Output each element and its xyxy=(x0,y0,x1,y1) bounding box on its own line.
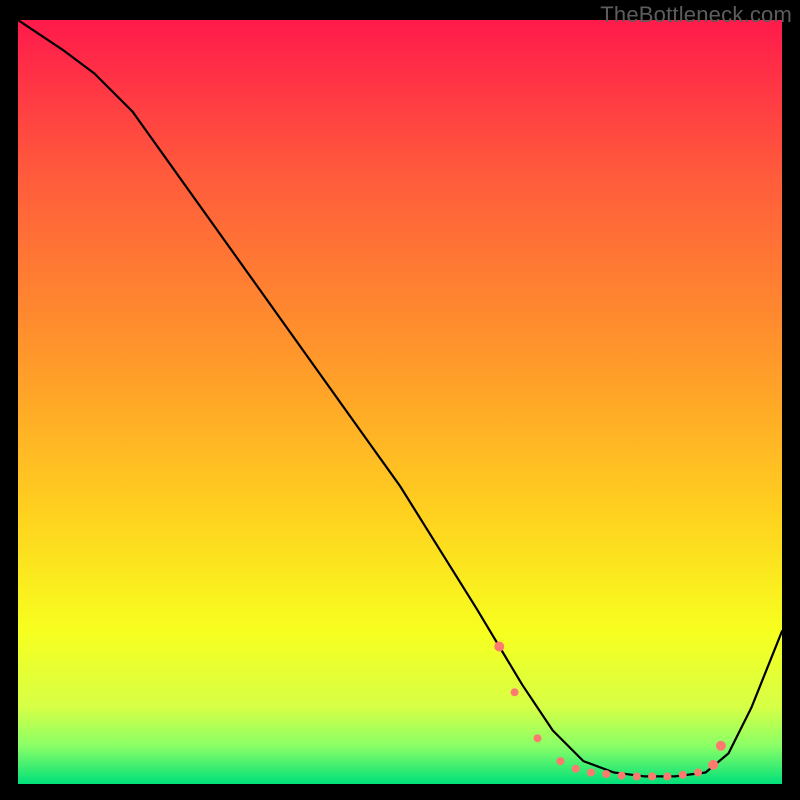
gradient-rect xyxy=(18,20,782,784)
marker-dot xyxy=(534,734,542,742)
marker-dot xyxy=(648,772,656,780)
marker-dot xyxy=(618,772,626,780)
marker-dot xyxy=(716,741,726,751)
marker-dot xyxy=(602,770,610,778)
marker-dot xyxy=(494,642,504,652)
watermark-label: TheBottleneck.com xyxy=(600,2,792,28)
marker-dot xyxy=(694,769,702,777)
marker-dot xyxy=(708,760,718,770)
marker-dot xyxy=(572,765,580,773)
plot-area xyxy=(18,20,782,784)
marker-dot xyxy=(663,772,671,780)
marker-dot xyxy=(679,771,687,779)
marker-dot xyxy=(556,757,564,765)
plot-svg xyxy=(18,20,782,784)
chart-frame: TheBottleneck.com xyxy=(0,0,800,800)
marker-dot xyxy=(633,772,641,780)
marker-dot xyxy=(587,769,595,777)
marker-dot xyxy=(511,688,519,696)
